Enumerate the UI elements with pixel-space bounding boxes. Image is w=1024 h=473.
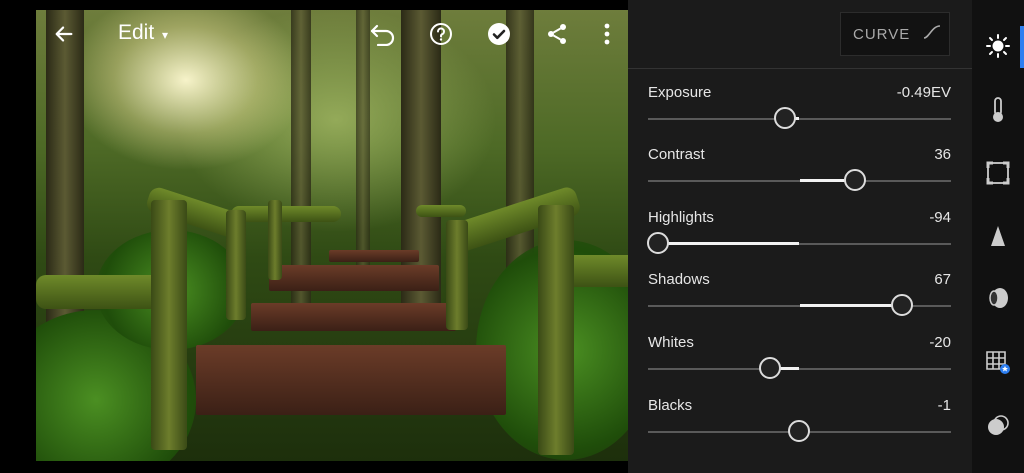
edit-mode-dropdown[interactable]: Edit ▾ — [118, 21, 168, 45]
curve-label: CURVE — [853, 25, 911, 43]
more-options-icon[interactable] — [593, 20, 621, 48]
slider-fill — [657, 242, 800, 245]
panel-divider — [628, 68, 972, 69]
slider-exposure: Exposure -0.49EV — [648, 84, 951, 134]
slider-label: Shadows — [648, 271, 710, 288]
slider-thumb[interactable] — [787, 420, 810, 442]
back-arrow-icon[interactable] — [50, 20, 78, 48]
slider-fill — [799, 304, 901, 307]
undo-icon[interactable] — [369, 20, 397, 48]
edit-mode-label: Edit — [118, 21, 155, 44]
geometry-icon[interactable] — [985, 349, 1011, 375]
active-tool-indicator — [1020, 26, 1024, 68]
effects-icon[interactable] — [985, 413, 1011, 439]
slider-label: Whites — [648, 334, 694, 351]
help-icon[interactable] — [427, 20, 455, 48]
slider-value[interactable]: -1 — [938, 397, 951, 414]
slider-label: Contrast — [648, 146, 705, 163]
slider-value[interactable]: 36 — [934, 146, 951, 163]
chevron-down-icon: ▾ — [162, 28, 169, 42]
slider-thumb[interactable] — [759, 357, 782, 379]
share-icon[interactable] — [543, 20, 571, 48]
slider-value[interactable]: -20 — [929, 334, 951, 351]
edited-photo[interactable] — [36, 10, 628, 461]
slider-thumb[interactable] — [774, 107, 797, 129]
curve-button[interactable]: CURVE — [840, 12, 950, 56]
optics-icon[interactable] — [985, 285, 1011, 311]
slider-shadows: Shadows 67 — [648, 271, 951, 321]
slider-value[interactable]: 67 — [934, 271, 951, 288]
slider-track[interactable] — [648, 118, 951, 120]
slider-label: Blacks — [648, 397, 693, 414]
slider-track[interactable] — [648, 368, 951, 370]
slider-contrast: Contrast 36 — [648, 146, 951, 196]
slider-thumb[interactable] — [891, 294, 913, 316]
slider-label: Highlights — [648, 209, 714, 226]
crop-icon[interactable] — [985, 160, 1011, 186]
slider-value[interactable]: -94 — [929, 209, 951, 226]
photo-canvas-area — [0, 0, 628, 473]
detail-icon[interactable] — [985, 223, 1011, 249]
slider-whites: Whites -20 — [648, 334, 951, 384]
light-icon[interactable] — [985, 33, 1011, 59]
slider-thumb[interactable] — [844, 169, 867, 191]
slider-label: Exposure — [648, 84, 712, 101]
curve-icon — [922, 24, 942, 44]
slider-value[interactable]: -0.49EV — [897, 84, 951, 101]
done-checkmark-icon[interactable] — [485, 20, 513, 48]
slider-thumb[interactable] — [647, 232, 670, 254]
color-icon[interactable] — [985, 97, 1011, 123]
slider-blacks: Blacks -1 — [648, 397, 951, 447]
slider-highlights: Highlights -94 — [647, 209, 951, 259]
